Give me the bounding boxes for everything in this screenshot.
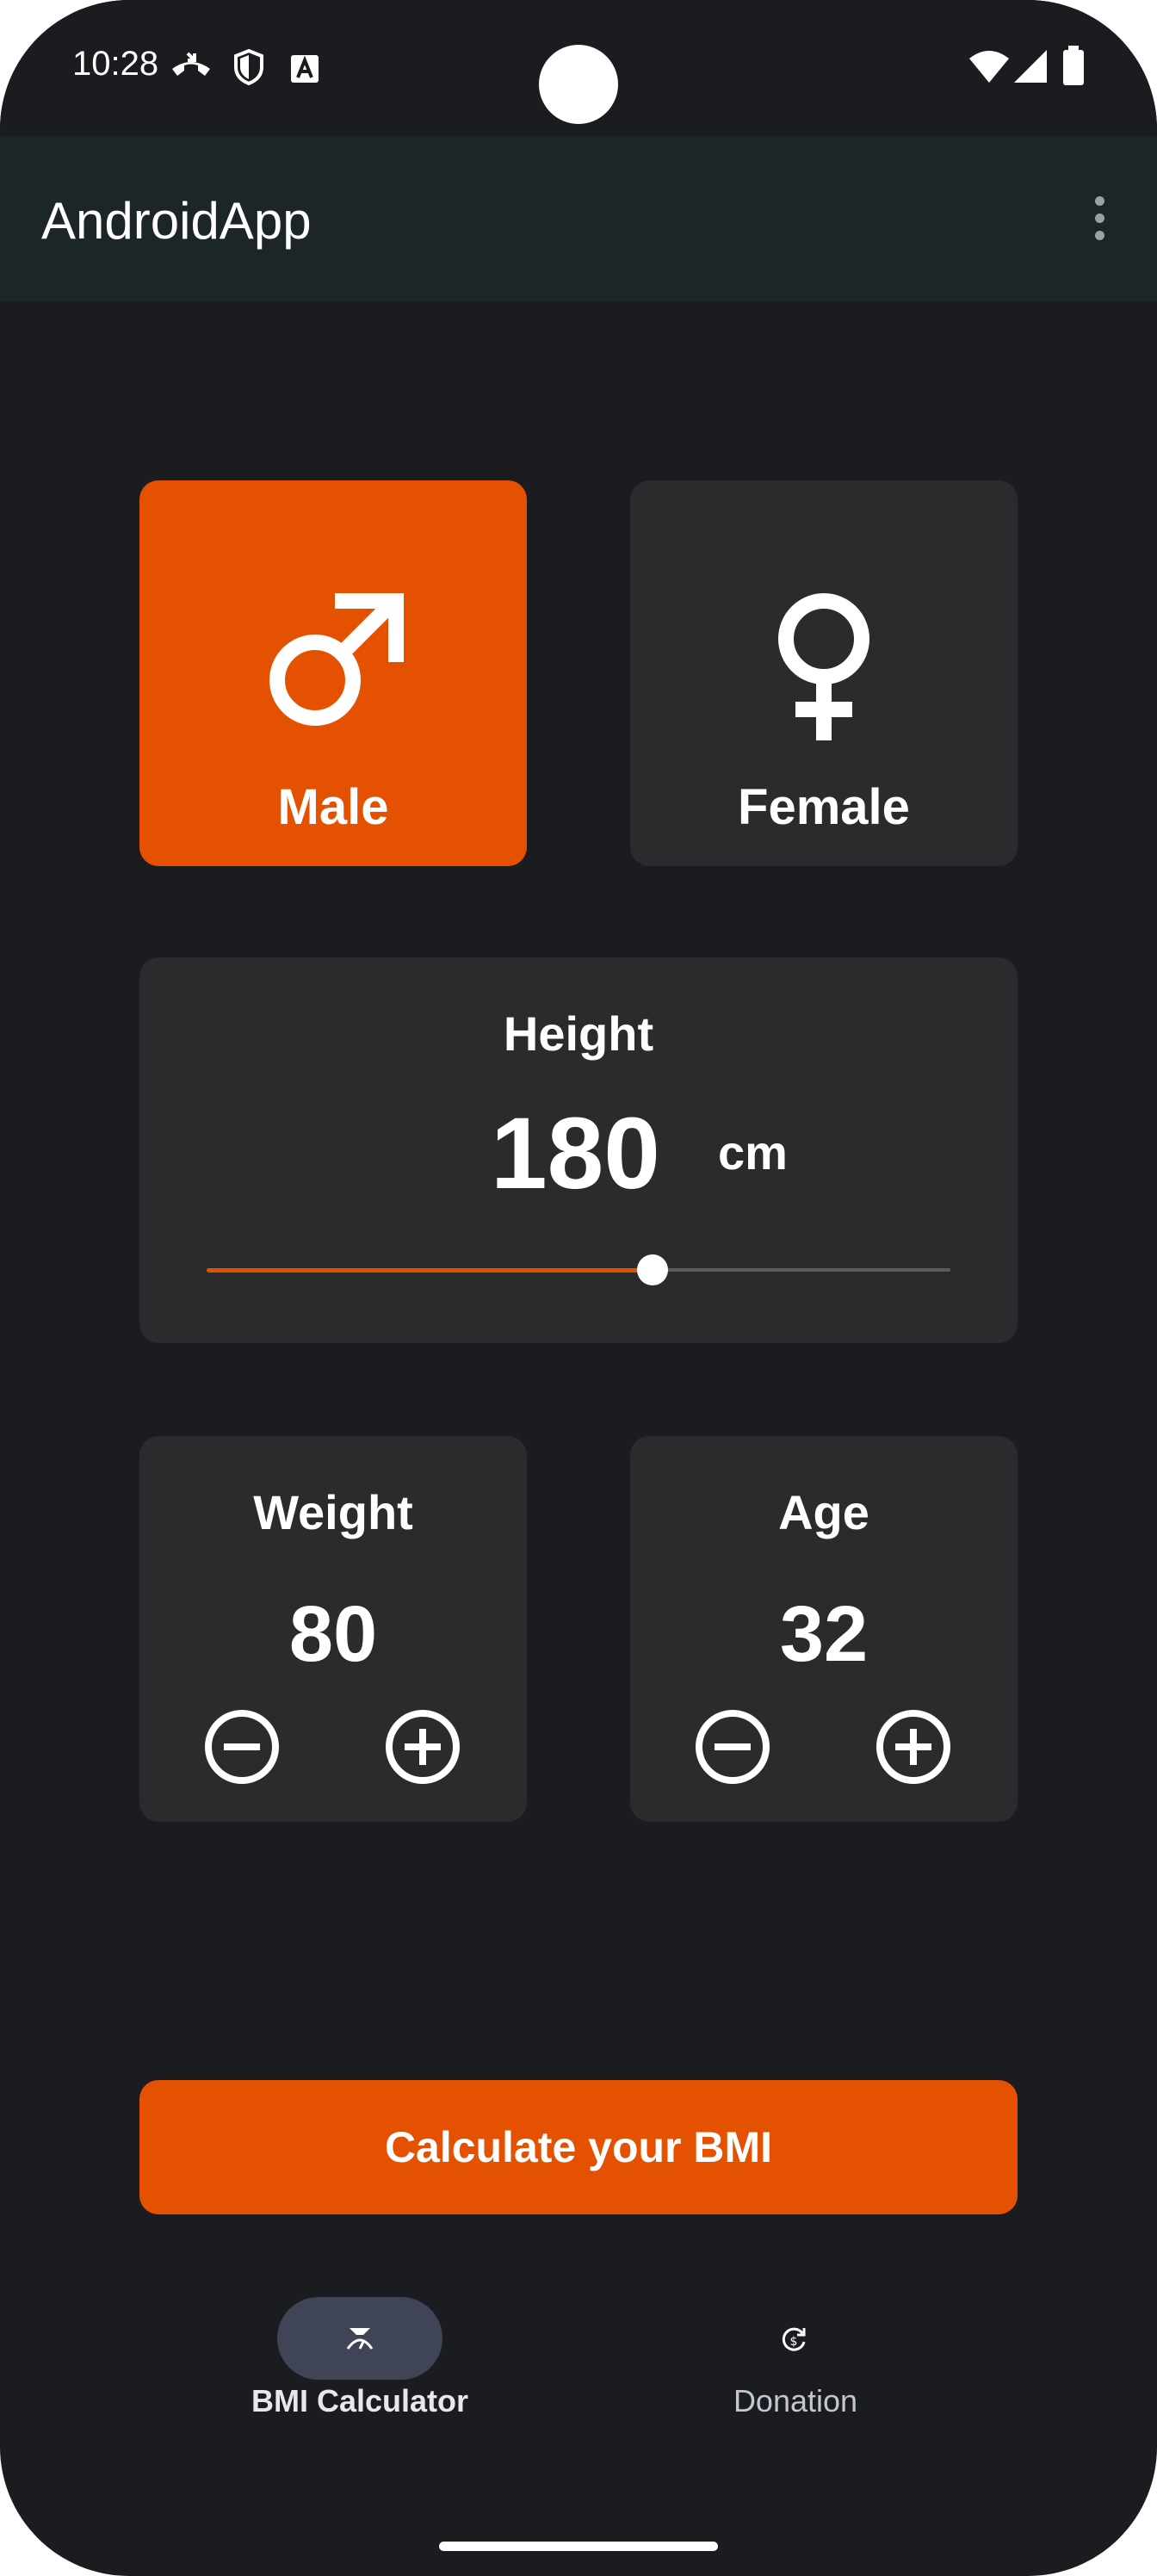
weight-label: Weight bbox=[253, 1485, 413, 1539]
font-a-icon bbox=[291, 55, 319, 83]
more-vert-icon[interactable] bbox=[1078, 196, 1121, 248]
female-icon bbox=[778, 593, 869, 740]
battery-icon bbox=[1063, 46, 1084, 85]
age-card: Age 32 bbox=[630, 1436, 1018, 1822]
weight-minus-button[interactable] bbox=[203, 1708, 281, 1786]
gender-card-female[interactable]: Female bbox=[630, 480, 1018, 866]
app-title: AndroidApp bbox=[41, 192, 312, 250]
height-value: 180 bbox=[491, 1097, 660, 1211]
weight-card: Weight 80 bbox=[139, 1436, 527, 1822]
female-label: Female bbox=[738, 779, 910, 835]
height-slider-inactive-track[interactable] bbox=[653, 1268, 950, 1272]
calculate-bmi-button[interactable]: Calculate your BMI bbox=[139, 2080, 1018, 2214]
status-time: 10:28 bbox=[72, 45, 159, 83]
app-bar: AndroidApp bbox=[0, 136, 1157, 301]
height-slider-active-track[interactable] bbox=[207, 1268, 653, 1273]
svg-text:$: $ bbox=[790, 2335, 798, 2349]
bmi-icon bbox=[346, 2328, 374, 2350]
signal-icon bbox=[1014, 50, 1047, 83]
age-minus-button[interactable] bbox=[694, 1708, 771, 1786]
height-card: Height 180 cm bbox=[139, 957, 1018, 1343]
gender-card-male[interactable]: Male bbox=[139, 480, 527, 866]
height-label: Height bbox=[503, 1006, 654, 1061]
age-plus-button[interactable] bbox=[875, 1708, 952, 1786]
weight-value: 80 bbox=[288, 1590, 378, 1678]
nav-label-donation: Donation bbox=[733, 2383, 858, 2418]
shield-icon bbox=[234, 48, 263, 86]
weight-plus-button[interactable] bbox=[384, 1708, 461, 1786]
height-unit: cm bbox=[718, 1125, 788, 1180]
front-camera bbox=[539, 45, 618, 124]
male-icon bbox=[269, 593, 404, 726]
male-label: Male bbox=[277, 779, 389, 835]
nav-label-bmi-calculator: BMI Calculator bbox=[251, 2383, 469, 2418]
status-bar: 10:28 bbox=[0, 0, 1157, 136]
call-forwarding-icon bbox=[172, 52, 210, 76]
wifi-icon bbox=[969, 51, 1009, 83]
phone-screen: 10:28 AndroidApp Male Female Height 180 … bbox=[0, 0, 1157, 2576]
donation-icon: $ bbox=[782, 2327, 806, 2351]
age-value: 32 bbox=[779, 1590, 869, 1678]
home-indicator[interactable] bbox=[439, 2542, 718, 2551]
height-slider-thumb[interactable] bbox=[637, 1254, 668, 1285]
age-label: Age bbox=[778, 1485, 869, 1539]
